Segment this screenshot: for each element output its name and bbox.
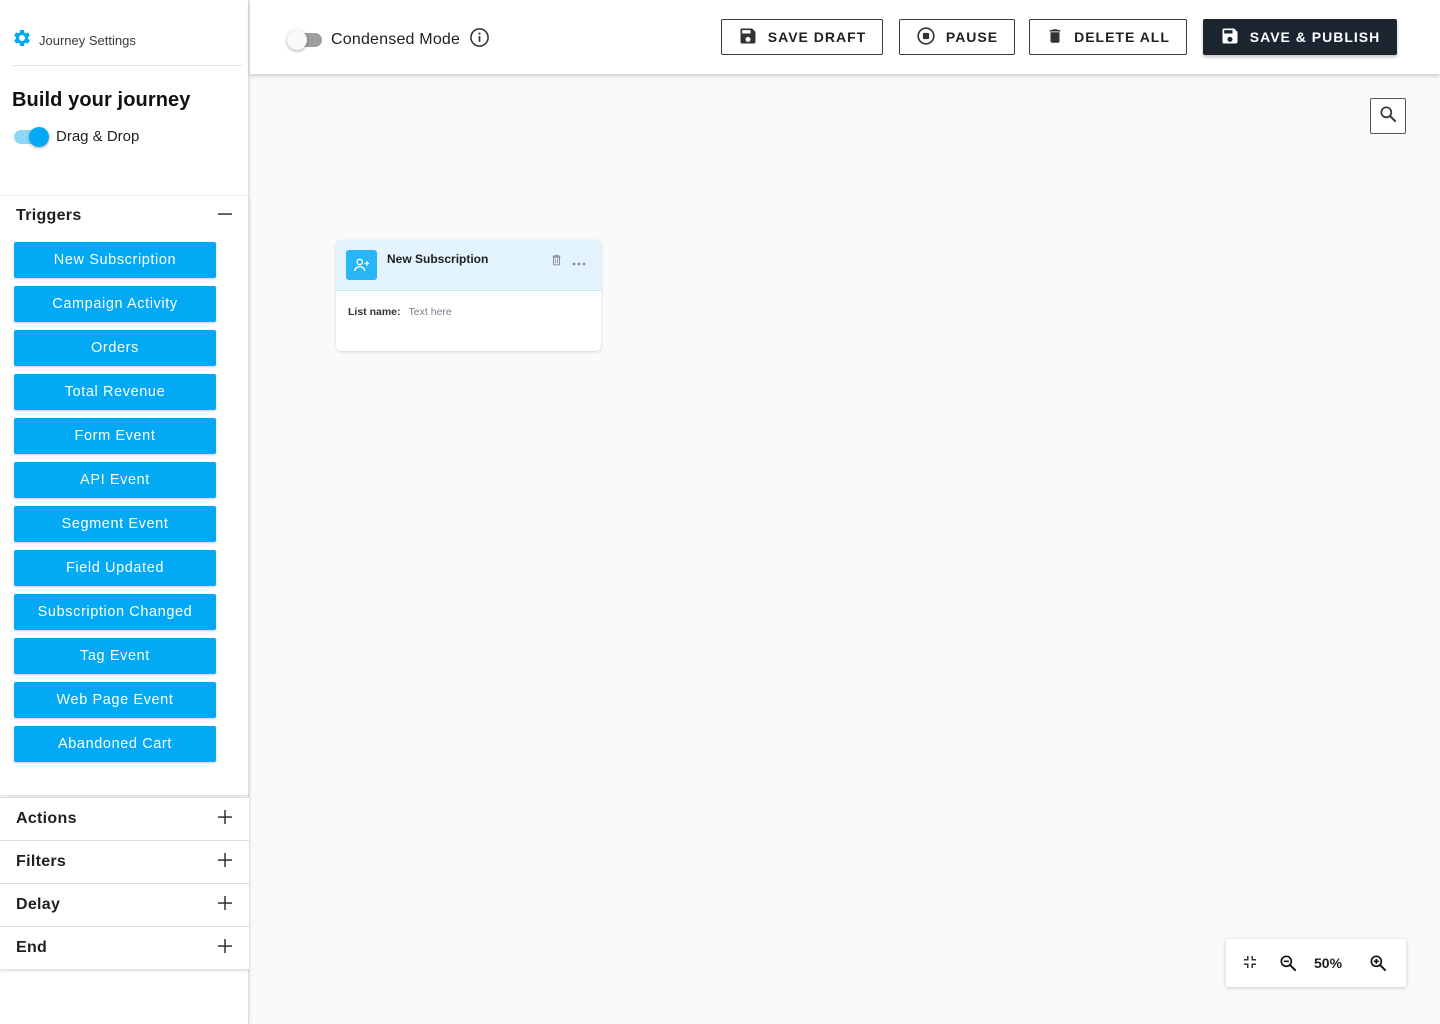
pause-label: PAUSE: [945, 29, 999, 45]
toggle-knob: [29, 126, 49, 147]
canvas-search-button[interactable]: [1370, 98, 1406, 134]
zoom-out-icon[interactable]: [1278, 953, 1298, 978]
plus-icon[interactable]: [217, 852, 233, 873]
drag-drop-label: Drag & Drop: [56, 128, 140, 145]
journey-settings-link[interactable]: Journey Settings: [12, 28, 136, 53]
zoom-in-icon[interactable]: [1368, 953, 1388, 978]
trigger-web-page-event[interactable]: Web Page Event: [14, 682, 216, 718]
trigger-list: New Subscription Campaign Activity Order…: [14, 242, 216, 770]
build-journey-title: Build your journey: [12, 89, 191, 111]
list-name-label: List name:: [348, 306, 401, 318]
delay-title: Delay: [16, 896, 61, 913]
delay-section[interactable]: Delay: [0, 883, 249, 926]
trigger-api-event[interactable]: API Event: [14, 462, 216, 498]
trigger-campaign-activity[interactable]: Campaign Activity: [14, 286, 216, 322]
trigger-new-subscription[interactable]: New Subscription: [14, 242, 216, 278]
trigger-orders[interactable]: Orders: [14, 330, 216, 366]
top-toolbar: Condensed Mode SAVE DRAFT PAUSE DELETE A…: [250, 0, 1440, 74]
gear-icon: [12, 28, 32, 53]
info-icon[interactable]: [469, 27, 490, 53]
trigger-subscription-changed[interactable]: Subscription Changed: [14, 594, 216, 630]
filters-title: Filters: [16, 853, 67, 870]
minus-icon[interactable]: [217, 206, 233, 227]
trigger-abandoned-cart[interactable]: Abandoned Cart: [14, 726, 216, 762]
journey-node-card[interactable]: New Subscription List name: Text here: [336, 240, 601, 351]
condensed-mode-toggle[interactable]: [287, 30, 322, 50]
pause-button[interactable]: PAUSE: [899, 19, 1015, 55]
drag-drop-row: Drag & Drop: [14, 126, 140, 147]
node-body: List name: Text here: [348, 306, 452, 318]
zoom-level: 50%: [1314, 955, 1343, 971]
triggers-title: Triggers: [16, 207, 82, 224]
journey-settings-label: Journey Settings: [39, 33, 136, 48]
trigger-tag-event[interactable]: Tag Event: [14, 638, 216, 674]
stop-circle-icon: [916, 26, 936, 49]
plus-icon[interactable]: [217, 809, 233, 830]
trash-icon[interactable]: [550, 253, 563, 272]
filters-section[interactable]: Filters: [0, 840, 249, 883]
end-section[interactable]: End: [0, 926, 249, 969]
delete-all-label: DELETE ALL: [1074, 29, 1170, 45]
fit-screen-icon[interactable]: [1241, 953, 1259, 976]
toggle-knob: [287, 30, 307, 50]
plus-icon[interactable]: [217, 938, 233, 959]
actions-title: Actions: [16, 810, 77, 827]
node-title: New Subscription: [387, 252, 489, 266]
save-publish-label: SAVE & PUBLISH: [1249, 29, 1381, 45]
delete-all-button[interactable]: DELETE ALL: [1029, 19, 1187, 55]
add-user-icon: [346, 250, 377, 280]
zoom-controls: 50%: [1226, 939, 1406, 987]
save-draft-label: SAVE DRAFT: [767, 29, 867, 45]
trash-icon: [1046, 26, 1064, 49]
save-publish-button[interactable]: SAVE & PUBLISH: [1203, 19, 1397, 55]
trigger-form-event[interactable]: Form Event: [14, 418, 216, 454]
drag-drop-toggle[interactable]: [14, 126, 49, 147]
condensed-mode-label: Condensed Mode: [331, 31, 461, 48]
divider: [12, 65, 242, 66]
triggers-section-header[interactable]: Triggers: [0, 202, 249, 230]
save-draft-button[interactable]: SAVE DRAFT: [721, 19, 883, 55]
sidebar: Journey Settings Build your journey Drag…: [0, 0, 249, 1024]
plus-icon[interactable]: [217, 895, 233, 916]
search-icon: [1378, 104, 1398, 129]
trigger-segment-event[interactable]: Segment Event: [14, 506, 216, 542]
save-icon: [738, 26, 758, 49]
condensed-mode-row: Condensed Mode: [287, 27, 490, 53]
more-horizontal-icon[interactable]: [572, 255, 586, 273]
actions-section[interactable]: Actions: [0, 797, 249, 840]
save-icon: [1220, 26, 1240, 49]
end-title: End: [16, 939, 48, 956]
trigger-field-updated[interactable]: Field Updated: [14, 550, 216, 586]
node-header: New Subscription: [336, 240, 601, 291]
trigger-total-revenue[interactable]: Total Revenue: [14, 374, 216, 410]
list-name-value[interactable]: Text here: [409, 306, 452, 318]
